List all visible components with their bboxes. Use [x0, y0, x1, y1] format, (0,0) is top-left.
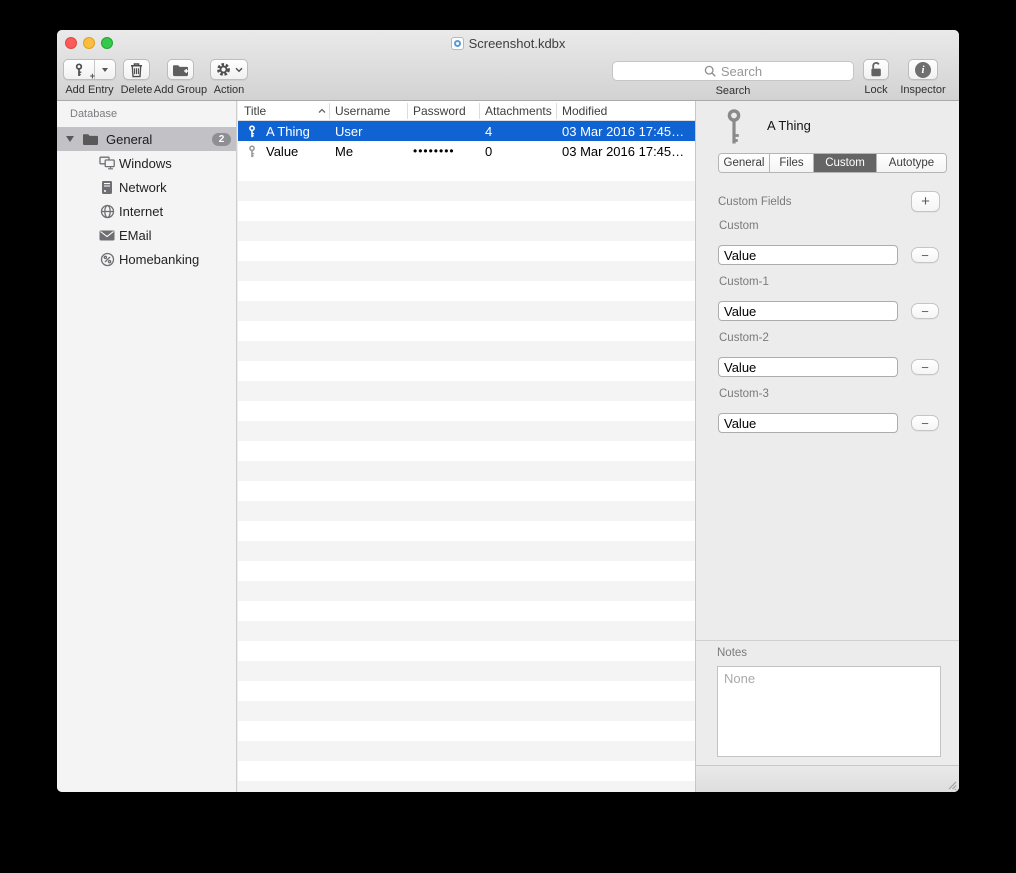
column-header-title[interactable]: Title	[244, 101, 266, 121]
key-plus-icon[interactable]: +	[64, 60, 94, 79]
inspector-footer	[696, 765, 959, 792]
entry-table: Title Username Password Attachments Modi…	[238, 101, 695, 792]
key-icon	[246, 125, 258, 138]
inspector-tabs: General Files Custom Autotype	[718, 153, 947, 173]
sidebar-item-windows[interactable]: Windows	[57, 151, 236, 175]
action-label: Action	[214, 84, 245, 96]
inspector-button[interactable]: i	[908, 59, 938, 80]
open-padlock-icon	[869, 61, 883, 78]
entry-count-badge: 2	[212, 133, 231, 146]
folder-icon	[82, 133, 99, 146]
notes-textarea[interactable]	[717, 666, 941, 757]
add-custom-field-button[interactable]: +	[911, 191, 940, 212]
envelope-icon	[99, 230, 115, 241]
search-input[interactable]: Search	[612, 61, 854, 81]
column-header-attachments[interactable]: Attachments	[485, 101, 552, 121]
tab-general[interactable]: General	[719, 154, 770, 172]
lock-label: Lock	[864, 84, 887, 96]
sidebar-group-label: General	[106, 132, 152, 147]
server-icon	[99, 180, 115, 195]
info-icon: i	[915, 62, 931, 78]
lock-toolbar-item: Lock	[863, 59, 889, 80]
table-row-value[interactable]: Value Me •••••••• 0 03 Mar 2016 17:45…	[238, 141, 695, 161]
sidebar-item-network[interactable]: Network	[57, 175, 236, 199]
delete-label: Delete	[121, 84, 153, 96]
remove-custom-field-button[interactable]: −	[911, 247, 939, 263]
tab-autotype[interactable]: Autotype	[877, 154, 946, 172]
group-sidebar: Database General 2 Windows Network	[57, 101, 237, 792]
resize-grip[interactable]	[948, 781, 957, 790]
disclosure-triangle-icon[interactable]	[66, 136, 74, 142]
custom-fields-label: Custom Fields	[718, 196, 792, 208]
percent-icon	[99, 252, 115, 267]
key-icon	[246, 145, 258, 158]
add-group-label: Add Group	[154, 84, 207, 96]
custom-field-input[interactable]	[718, 357, 898, 377]
add-entry-toolbar-item: + Add Entry	[63, 59, 116, 80]
custom-field-label: Custom-1	[719, 276, 769, 288]
add-entry-label: Add Entry	[65, 84, 113, 96]
remove-custom-field-button[interactable]: −	[911, 359, 939, 375]
custom-field-input[interactable]	[718, 301, 898, 321]
entry-title: A Thing	[767, 118, 811, 133]
remove-custom-field-button[interactable]: −	[911, 415, 939, 431]
key-icon	[725, 109, 743, 145]
sidebar-group-general[interactable]: General 2	[57, 127, 236, 151]
remove-custom-field-button[interactable]: −	[911, 303, 939, 319]
inspector-panel: A Thing General Files Custom Autotype Cu…	[695, 101, 959, 792]
inspector-toolbar-item: i Inspector	[908, 59, 938, 80]
custom-field-label: Custom-2	[719, 332, 769, 344]
inspector-label: Inspector	[900, 84, 945, 96]
windows-icon	[99, 156, 115, 170]
custom-field-label: Custom-3	[719, 388, 769, 400]
search-label: Search	[612, 85, 854, 97]
table-row-a-thing[interactable]: A Thing User 4 03 Mar 2016 17:45…	[238, 121, 695, 141]
tab-custom[interactable]: Custom	[814, 154, 877, 172]
divider	[696, 640, 959, 641]
column-header-password[interactable]: Password	[413, 101, 466, 121]
titlebar-toolbar: Screenshot.kdbx + Add Entry	[57, 30, 959, 101]
action-button[interactable]	[210, 59, 248, 80]
chevron-down-icon	[235, 67, 243, 73]
trash-icon	[129, 62, 144, 78]
sidebar-item-homebanking[interactable]: Homebanking	[57, 247, 236, 271]
column-header-modified[interactable]: Modified	[562, 101, 607, 121]
notes-label: Notes	[717, 647, 747, 659]
sort-ascending-icon	[318, 108, 326, 114]
column-header-username[interactable]: Username	[335, 101, 390, 121]
custom-field-label: Custom	[719, 220, 759, 232]
delete-toolbar-item: Delete	[123, 59, 150, 80]
sidebar-item-email[interactable]: EMail	[57, 223, 236, 247]
add-group-button[interactable]	[167, 59, 194, 80]
table-header: Title Username Password Attachments Modi…	[238, 101, 695, 121]
document-proxy-icon[interactable]	[451, 37, 464, 50]
add-group-toolbar-item: Add Group	[167, 59, 194, 80]
globe-icon	[99, 204, 115, 219]
sidebar-item-internet[interactable]: Internet	[57, 199, 236, 223]
add-entry-dropdown[interactable]	[94, 60, 115, 79]
custom-field-input[interactable]	[718, 413, 898, 433]
custom-field-input[interactable]	[718, 245, 898, 265]
delete-button[interactable]	[123, 59, 150, 80]
search-placeholder: Search	[721, 64, 762, 79]
app-window: Screenshot.kdbx + Add Entry	[57, 30, 959, 792]
empty-rows-stripes	[238, 161, 695, 792]
lock-button[interactable]	[863, 59, 889, 80]
add-entry-button[interactable]: +	[63, 59, 116, 80]
folder-plus-icon	[172, 63, 189, 77]
magnifier-icon	[704, 65, 717, 78]
window-title: Screenshot.kdbx	[469, 36, 566, 51]
action-toolbar-item: Action	[210, 59, 248, 80]
sidebar-header: Database	[70, 108, 117, 120]
tab-files[interactable]: Files	[770, 154, 814, 172]
gear-icon	[216, 62, 231, 77]
